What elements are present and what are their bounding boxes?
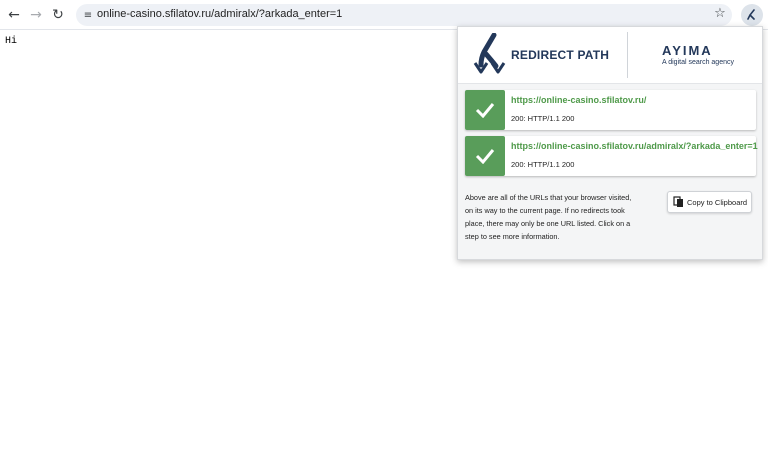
step-status: 200: HTTP/1.1 200 xyxy=(511,114,575,123)
header-divider xyxy=(627,32,628,78)
brand-title: REDIRECT PATH xyxy=(511,48,610,62)
redirect-path-icon[interactable] xyxy=(741,4,763,26)
arrow-right-icon[interactable]: → xyxy=(26,5,46,25)
arrow-left-icon[interactable]: ← xyxy=(4,5,24,25)
step-status: 200: HTTP/1.1 200 xyxy=(511,160,575,169)
info-text: Above are all of the URLs that your brow… xyxy=(465,193,632,241)
address-bar[interactable]: ≡ online-casino.sfilatov.ru/admiralx/?ar… xyxy=(76,4,732,26)
redirect-step[interactable]: https://online-casino.sfilatov.ru/ 200: … xyxy=(465,90,756,130)
clipboard-icon xyxy=(673,196,683,207)
url-text[interactable]: online-casino.sfilatov.ru/admiralx/?arka… xyxy=(97,8,342,20)
step-url[interactable]: https://online-casino.sfilatov.ru/ xyxy=(511,95,646,105)
popup-header: REDIRECT PATH AYIMA A digital search age… xyxy=(458,27,762,84)
page-body-text: Hi xyxy=(5,36,18,47)
tune-icon[interactable]: ≡ xyxy=(80,7,96,23)
copy-to-clipboard-button[interactable]: Copy to Clipboard xyxy=(667,191,752,213)
copy-label: Copy to Clipboard xyxy=(687,197,748,207)
reload-icon[interactable]: ↻ xyxy=(48,5,68,25)
partner-logo[interactable]: AYIMA xyxy=(662,43,713,58)
check-icon xyxy=(465,136,505,176)
star-icon[interactable]: ☆ xyxy=(712,6,728,24)
redirect-path-logo-icon xyxy=(473,33,506,74)
partner-tagline: A digital search agency xyxy=(662,59,734,66)
step-url[interactable]: https://online-casino.sfilatov.ru/admira… xyxy=(511,141,758,151)
redirect-step[interactable]: https://online-casino.sfilatov.ru/admira… xyxy=(465,136,758,176)
redirect-path-popup: REDIRECT PATH AYIMA A digital search age… xyxy=(457,26,763,260)
check-icon xyxy=(465,90,505,130)
